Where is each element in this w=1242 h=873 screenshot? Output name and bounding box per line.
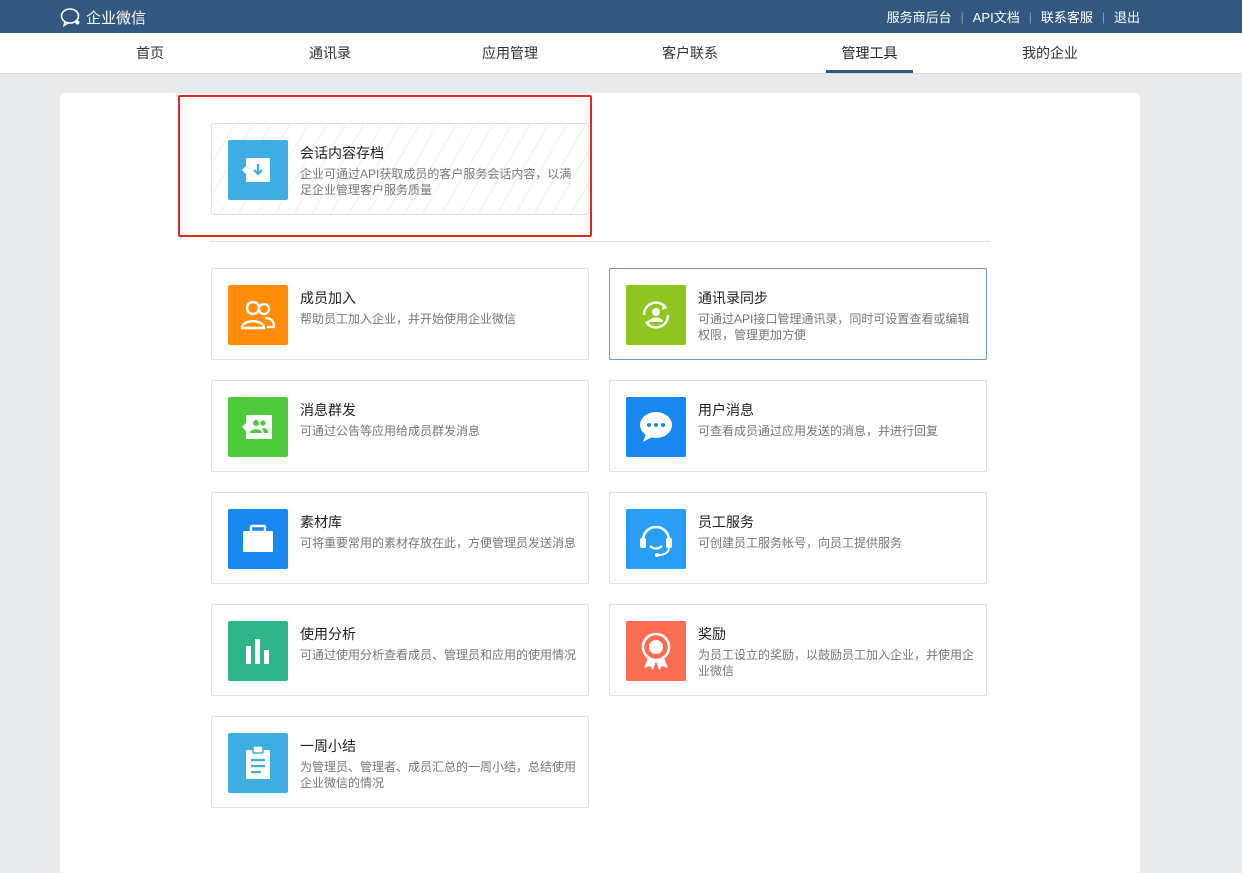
tool-description: 可通过使用分析查看成员、管理员和应用的使用情况 [300, 648, 577, 662]
tool-description: 为管理员、管理者、成员汇总的一周小结，总结使用企业微信的情况 [300, 760, 577, 790]
tool-description: 可查看成员通过应用发送的消息，并进行回复 [698, 424, 939, 438]
briefcase-icon [228, 509, 288, 569]
tool-title: 一周小结 [300, 738, 356, 754]
tool-title: 使用分析 [300, 626, 356, 642]
tool-description: 可创建员工服务帐号，向员工提供服务 [698, 536, 903, 550]
tab-management-tools[interactable]: 管理工具 [826, 33, 913, 73]
logo-text: 企业微信 [86, 9, 147, 27]
wework-logo-icon [60, 8, 80, 27]
award-icon [626, 621, 686, 681]
chat-bubble-icon [626, 397, 686, 457]
tool-card-rewards[interactable]: 奖励 为员工设立的奖励，以鼓励员工加入企业，并使用企业微信 [609, 604, 987, 696]
tab-app-management[interactable]: 应用管理 [472, 33, 548, 73]
tool-card-weekly-summary[interactable]: 一周小结 为管理员、管理者、成员汇总的一周小结，总结使用企业微信的情况 [211, 716, 589, 808]
tool-title: 奖励 [698, 626, 726, 642]
top-bar: 企业微信 服务商后台 | API文档 | 联系客服 | 退出 [0, 0, 1242, 33]
tool-card-broadcast[interactable]: 消息群发 可通过公告等应用给成员群发消息 [211, 380, 589, 472]
header-links: 服务商后台 | API文档 | 联系客服 | 退出 [887, 0, 1140, 33]
logo[interactable]: 企业微信 [60, 6, 146, 28]
highlight-box [178, 95, 592, 237]
bar-chart-icon [228, 621, 288, 681]
contacts-sync-icon [626, 285, 686, 345]
headset-icon [626, 509, 686, 569]
tool-title: 用户消息 [698, 402, 754, 418]
tool-card-member-join[interactable]: 成员加入 帮助员工加入企业，并开始使用企业微信 [211, 268, 589, 360]
main-nav: 首页 通讯录 应用管理 客户联系 管理工具 我的企业 [0, 33, 1242, 74]
tab-my-enterprise[interactable]: 我的企业 [1012, 33, 1088, 73]
tool-card-employee-service[interactable]: 员工服务 可创建员工服务帐号，向员工提供服务 [609, 492, 987, 584]
tab-home[interactable]: 首页 [120, 33, 180, 73]
section-divider [210, 241, 990, 242]
tool-card-usage-analysis[interactable]: 使用分析 可通过使用分析查看成员、管理员和应用的使用情况 [211, 604, 589, 696]
tool-title: 员工服务 [698, 514, 754, 530]
tool-title: 素材库 [300, 514, 342, 530]
members-icon [228, 285, 288, 345]
link-api-docs[interactable]: API文档 [973, 7, 1020, 26]
tool-card-material-library[interactable]: 素材库 可将重要常用的素材存放在此，方便管理员发送消息 [211, 492, 589, 584]
tool-title: 通讯录同步 [698, 290, 768, 306]
link-contact-support[interactable]: 联系客服 [1041, 7, 1093, 26]
tool-description: 可将重要常用的素材存放在此，方便管理员发送消息 [300, 536, 577, 550]
tool-description: 为员工设立的奖励，以鼓励员工加入企业，并使用企业微信 [698, 648, 975, 678]
broadcast-icon [228, 397, 288, 457]
tool-card-user-messages[interactable]: 用户消息 可查看成员通过应用发送的消息，并进行回复 [609, 380, 987, 472]
tab-customer-contact[interactable]: 客户联系 [652, 33, 728, 73]
tool-description: 可通过API接口管理通讯录，同时可设置查看或编辑权限，管理更加方便 [698, 312, 970, 342]
link-logout[interactable]: 退出 [1114, 7, 1140, 26]
tool-description: 帮助员工加入企业，并开始使用企业微信 [300, 312, 517, 326]
tool-title: 消息群发 [300, 402, 356, 418]
tool-description: 可通过公告等应用给成员群发消息 [300, 424, 481, 438]
tools-panel: 会话内容存档 企业可通过API获取成员的客户服务会话内容，以满足企业管理客户服务… [60, 93, 1140, 873]
tab-contacts[interactable]: 通讯录 [300, 33, 360, 73]
tool-title: 成员加入 [300, 290, 356, 306]
link-provider-backend[interactable]: 服务商后台 [887, 7, 952, 26]
tool-card-contacts-sync[interactable]: 通讯录同步 可通过API接口管理通讯录，同时可设置查看或编辑权限，管理更加方便 [609, 268, 987, 360]
clipboard-icon [228, 733, 288, 793]
